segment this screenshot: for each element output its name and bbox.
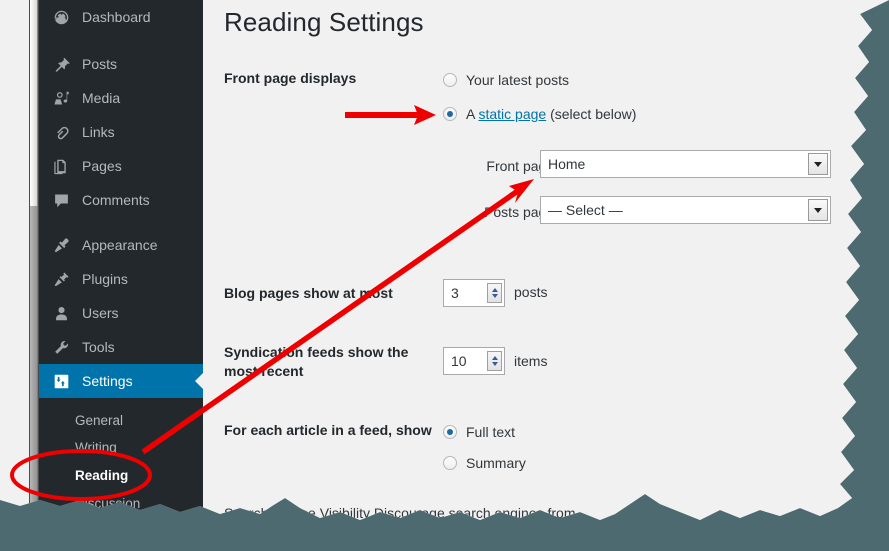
page-icon [49, 156, 73, 176]
settings-icon [49, 371, 73, 391]
radio-row-summary[interactable]: Summary [443, 455, 526, 471]
syndication-feeds-label: Syndication feeds show the most recent [224, 344, 409, 379]
front-page-displays-label: Front page displays [224, 70, 357, 86]
radio-full-text[interactable] [443, 425, 457, 439]
sidebar-item-tools[interactable]: Tools [39, 330, 203, 364]
blog-pages-input[interactable]: 3 [443, 279, 505, 307]
sidebar-item-users[interactable]: Users [39, 296, 203, 330]
front-page-select[interactable]: Home [540, 150, 831, 178]
sidebar-item-label: Users [82, 305, 119, 321]
sidebar-subitem-reading[interactable]: Reading [39, 461, 203, 489]
syndication-feeds-input[interactable]: 10 [443, 347, 505, 375]
sidebar-item-label: Settings [82, 373, 133, 389]
blog-pages-unit: posts [514, 284, 548, 300]
scrollbar-thumb[interactable] [30, 0, 38, 206]
sidebar-item-label: Posts [82, 56, 118, 72]
admin-sidebar: Dashboard Posts Media Links Pages Commen… [39, 0, 203, 551]
sidebar-item-label: Comments [82, 192, 150, 208]
radio-static-page[interactable] [443, 107, 457, 121]
static-page-suffix: (select below) [546, 106, 637, 122]
syndication-feeds-value: 10 [451, 353, 467, 369]
appearance-icon [49, 235, 73, 255]
sidebar-subitem-label: Reading [75, 467, 129, 483]
torn-paper-screenshot: Dashboard Posts Media Links Pages Commen… [0, 0, 889, 551]
footer-partial-row: Search Engine Visibility Discourage sear… [224, 505, 575, 521]
sidebar-subitem-label: Writing [75, 439, 117, 455]
sidebar-subitem-label: General [75, 412, 124, 428]
radio-label-summary: Summary [466, 455, 526, 471]
sidebar-item-dashboard[interactable]: Dashboard [39, 0, 203, 34]
posts-page-select[interactable]: — Select — [540, 196, 831, 224]
radio-summary[interactable] [443, 456, 457, 470]
sidebar-item-label: Plugins [82, 271, 128, 287]
sidebar-subitem-writing[interactable]: Writing [39, 433, 203, 461]
sidebar-subitem-discussion[interactable]: Discussion [39, 489, 203, 517]
sidebar-item-posts[interactable]: Posts [39, 47, 203, 81]
dashboard-icon [49, 7, 73, 27]
search-engine-visibility-partial: Search Engine Visibility Discourage sear… [224, 505, 576, 521]
sidebar-item-label: Tools [82, 339, 115, 355]
chevron-down-icon[interactable] [808, 199, 828, 221]
screenshot-stage: Dashboard Posts Media Links Pages Commen… [0, 0, 889, 551]
radio-label-static-page: A static page (select below) [466, 106, 636, 122]
radio-row-full-text[interactable]: Full text [443, 424, 515, 440]
spinner-icon[interactable] [487, 351, 502, 371]
tools-icon [49, 337, 73, 357]
spinner-icon[interactable] [487, 283, 502, 303]
radio-row-latest-posts[interactable]: Your latest posts [443, 72, 569, 88]
sidebar-item-pages[interactable]: Pages [39, 149, 203, 183]
sidebar-item-media[interactable]: Media [39, 81, 203, 115]
blog-pages-label: Blog pages show at most [224, 285, 393, 301]
users-icon [49, 303, 73, 323]
radio-label-latest-posts: Your latest posts [466, 72, 569, 88]
content-area: Reading Settings Front page displays You… [203, 0, 889, 551]
plugin-icon [49, 269, 73, 289]
feed-article-label: For each article in a feed, show [224, 422, 432, 438]
sidebar-item-comments[interactable]: Comments [39, 183, 203, 217]
sidebar-item-plugins[interactable]: Plugins [39, 262, 203, 296]
radio-row-static-page[interactable]: A static page (select below) [443, 106, 636, 122]
blog-pages-value: 3 [451, 285, 459, 301]
link-icon [49, 122, 73, 142]
sidebar-subitem-general[interactable]: General [39, 406, 203, 434]
page-title: Reading Settings [224, 7, 424, 37]
sidebar-item-links[interactable]: Links [39, 115, 203, 149]
static-page-link[interactable]: static page [478, 106, 546, 122]
sidebar-item-label: Pages [82, 158, 122, 174]
pin-icon [49, 54, 73, 74]
chevron-down-icon[interactable] [808, 153, 828, 175]
media-icon [49, 88, 73, 108]
sidebar-item-label: Dashboard [82, 9, 151, 25]
static-page-prefix: A [466, 106, 479, 122]
sidebar-item-appearance[interactable]: Appearance [39, 228, 203, 262]
sidebar-subitem-label: Discussion [75, 495, 141, 511]
syndication-feeds-unit: items [514, 353, 548, 369]
sidebar-item-settings[interactable]: Settings [39, 364, 203, 398]
comment-icon [49, 190, 73, 210]
posts-page-select-value: — Select — [548, 202, 623, 218]
front-page-select-value: Home [548, 156, 586, 172]
sidebar-item-label: Appearance [82, 237, 158, 253]
sidebar-item-label: Media [82, 90, 121, 106]
scrollbar-track-lower[interactable] [30, 206, 38, 551]
sidebar-item-label: Links [82, 124, 115, 140]
radio-label-full-text: Full text [466, 424, 516, 440]
radio-latest-posts[interactable] [443, 73, 457, 87]
